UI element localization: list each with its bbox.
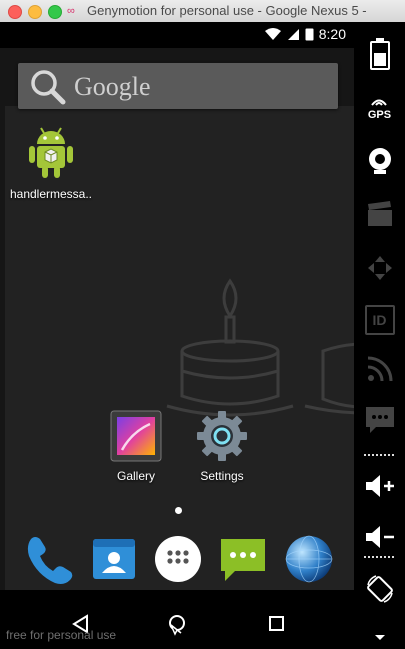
settings-gear-icon: [197, 411, 247, 461]
toolbar-separator-2: [364, 556, 395, 558]
id-icon[interactable]: ID: [364, 305, 395, 335]
signal-icon: [287, 28, 299, 40]
messaging-icon[interactable]: [217, 533, 269, 585]
volume-down-icon[interactable]: [364, 523, 396, 551]
status-bar: 8:20: [0, 22, 354, 48]
sim-icon: [305, 28, 314, 40]
close-window-button[interactable]: [8, 5, 22, 19]
app-label-settings: Settings: [200, 469, 244, 483]
google-search-bar[interactable]: Google: [18, 63, 338, 109]
sms-icon[interactable]: [365, 406, 395, 434]
rotate-icon[interactable]: [364, 573, 396, 605]
genymotion-logo-icon: ∞: [67, 5, 75, 17]
search-text: Google: [74, 72, 151, 101]
window-title: Genymotion for personal use - Google Nex…: [87, 3, 367, 18]
personal-use-watermark: free for personal use: [6, 628, 117, 642]
browser-globe-icon[interactable]: [283, 533, 335, 585]
wifi-icon: [264, 28, 281, 40]
home-icon[interactable]: [166, 614, 188, 636]
window-titlebar: ∞ Genymotion for personal use - Google N…: [0, 0, 405, 23]
phone-icon[interactable]: [22, 533, 74, 585]
toolbar-separator-1: [364, 454, 395, 456]
more-icon[interactable]: [374, 634, 386, 642]
gallery-icon: [110, 410, 162, 462]
android-robot-icon: [29, 127, 73, 178]
dpad-icon[interactable]: [366, 254, 394, 282]
volume-up-icon[interactable]: [364, 472, 396, 500]
camera-icon[interactable]: [365, 146, 395, 176]
app-label-gallery: Gallery: [116, 469, 155, 483]
app-handlermessage[interactable]: handlermessa..: [6, 122, 96, 201]
minimize-window-button[interactable]: [28, 5, 42, 19]
app-gallery[interactable]: Gallery: [100, 408, 172, 483]
search-icon: [31, 70, 66, 105]
gps-icon[interactable]: GPS: [354, 95, 405, 121]
genymotion-toolbar: GPS ID: [354, 22, 405, 649]
recents-icon[interactable]: [269, 616, 285, 632]
gps-label: GPS: [367, 109, 392, 121]
page-indicator: [175, 507, 182, 514]
rss-icon[interactable]: [366, 355, 394, 383]
app-settings[interactable]: Settings: [186, 408, 258, 483]
maximize-window-button[interactable]: [48, 5, 62, 19]
android-screen[interactable]: 8:20 Google handlermessa.. Gallery Setti…: [0, 22, 354, 649]
status-clock: 8:20: [318, 26, 346, 42]
app-label-handlermessage: handlermessa..: [9, 187, 93, 201]
contacts-icon[interactable]: [88, 533, 140, 585]
clapperboard-icon[interactable]: [366, 200, 394, 228]
battery-icon[interactable]: [369, 38, 390, 70]
id-label: ID: [372, 312, 387, 328]
gps-waves-icon: [371, 99, 388, 106]
app-drawer-icon[interactable]: [152, 533, 204, 585]
